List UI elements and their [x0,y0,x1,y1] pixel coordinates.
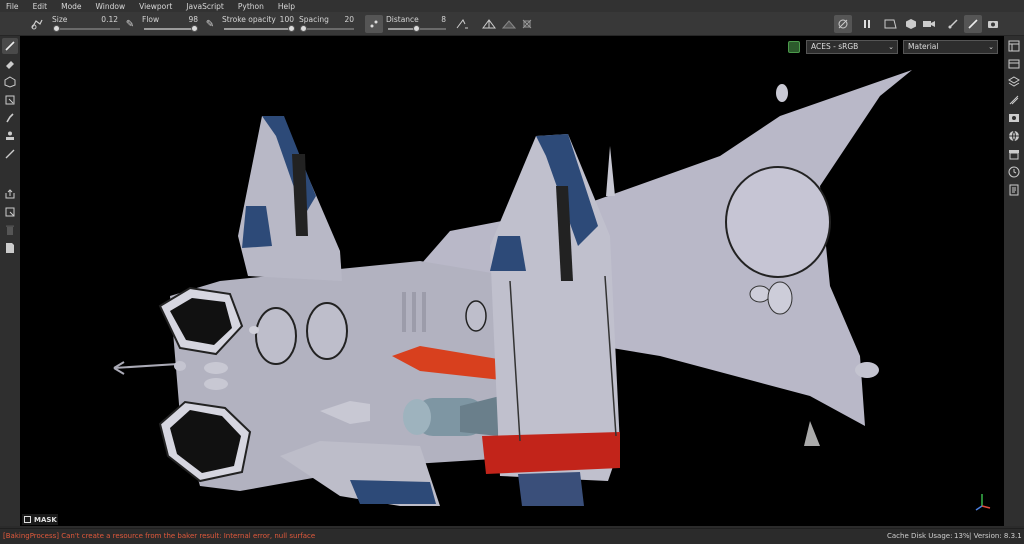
spacing-slider-knob[interactable] [300,25,307,32]
display-settings-icon[interactable] [1007,111,1021,125]
layer-stack-icon[interactable] [1007,75,1021,89]
menu-mode[interactable]: Mode [61,2,81,11]
texture-set-list-icon[interactable] [1007,57,1021,71]
clone-stamp-tool[interactable] [2,128,18,144]
menu-viewport[interactable]: Viewport [139,2,172,11]
document-icon[interactable] [2,240,18,256]
aircraft-model[interactable] [20,36,1004,526]
distance-slider-knob[interactable] [413,25,420,32]
size-pen-pressure-icon[interactable]: ✎ [124,15,136,33]
channel-value: Material [908,42,939,51]
pause-button[interactable] [858,15,876,33]
mask-label: MASK [34,515,57,524]
menu-edit[interactable]: Edit [33,2,48,11]
polygon-fill-tool[interactable] [2,92,18,108]
cache-disk-usage-label: Cache Disk Usage: [887,532,953,540]
smudge-tool[interactable] [2,110,18,126]
camera-settings-button[interactable] [834,15,852,33]
menu-bar: File Edit Mode Window Viewport JavaScrip… [0,0,1024,12]
distance-value[interactable]: 8 [424,15,446,24]
status-bar: [BakingProcess] Can't create a resource … [0,528,1024,544]
spacing-label: Spacing [299,15,329,24]
chevron-down-icon: ⌄ [888,43,894,51]
spacing-value[interactable]: 20 [332,15,354,24]
video-camera-icon[interactable] [920,15,938,33]
right-panel-shelf [1004,36,1024,526]
colorspace-value: ACES - sRGB [811,42,859,51]
projection-tool[interactable] [2,74,18,90]
paint-mode-icon[interactable] [944,15,962,33]
size-slider-knob[interactable] [53,25,60,32]
flow-pen-pressure-icon[interactable]: ✎ [204,15,216,33]
symmetry-settings-icon[interactable] [518,15,536,33]
flow-slider[interactable] [144,25,198,32]
paint-brush-tool[interactable] [2,38,18,54]
brush-preset-icon[interactable] [28,15,46,33]
eraser-tool[interactable] [2,56,18,72]
colorspace-dropdown[interactable]: ACES - sRGB ⌄ [806,40,898,54]
mask-projection-icon[interactable] [882,15,900,33]
flow-label: Flow [142,15,160,24]
stroke-opacity-label: Stroke opacity [222,15,276,24]
color-picker-tool[interactable] [2,146,18,162]
spacing-slider[interactable] [300,25,354,32]
texture-set-tool[interactable] [2,204,18,220]
mask-indicator[interactable]: MASK [22,514,58,525]
stroke-opacity-slider[interactable] [224,25,295,32]
distance-slider[interactable] [388,25,446,32]
menu-javascript[interactable]: JavaScript [186,2,224,11]
symmetry-mode-icon[interactable] [454,15,472,33]
tool-properties-bar: Size 0.12 ✎ Flow 98 ✎ Stroke opacity 100… [0,12,1024,36]
lazy-mouse-button[interactable] [365,15,383,33]
shelf-icon[interactable] [1007,147,1021,161]
stroke-opacity-value[interactable]: 100 [272,15,294,24]
cache-disk-usage-value: 13% [954,532,970,540]
log-document-icon[interactable] [1007,183,1021,197]
menu-window[interactable]: Window [96,2,126,11]
menu-python[interactable]: Python [238,2,264,11]
3d-viewport[interactable]: ACES - sRGB ⌄ Material ⌄ MASK [20,36,1004,526]
stroke-opacity-slider-knob[interactable] [288,25,295,32]
layers-icon[interactable] [1007,39,1021,53]
symmetry-mirror-icon[interactable] [480,15,498,33]
flow-value[interactable]: 98 [176,15,198,24]
brush-mode-button[interactable] [964,15,982,33]
symmetry-radial-icon[interactable] [500,15,518,33]
brush-settings-icon[interactable] [1007,93,1021,107]
distance-label: Distance [386,15,419,24]
size-label: Size [52,15,68,24]
3d-object-icon[interactable] [902,15,920,33]
mask-icon [24,516,31,523]
history-clock-icon[interactable] [1007,165,1021,179]
chevron-down-icon: ⌄ [988,43,994,51]
viewport-environment-icon[interactable] [788,41,800,53]
left-tool-shelf [0,36,20,526]
flow-slider-knob[interactable] [191,25,198,32]
error-message[interactable]: [BakingProcess] Can't create a resource … [3,529,315,544]
menu-file[interactable]: File [6,2,19,11]
trash-tool [2,222,18,238]
size-value[interactable]: 0.12 [96,15,118,24]
size-slider[interactable] [53,25,120,32]
channel-dropdown[interactable]: Material ⌄ [903,40,998,54]
environment-globe-icon[interactable] [1007,129,1021,143]
version-label: | Version: 8.3.1 [969,532,1022,540]
menu-help[interactable]: Help [278,2,295,11]
screenshot-camera-icon[interactable] [984,15,1002,33]
bake-export-tool[interactable] [2,186,18,202]
